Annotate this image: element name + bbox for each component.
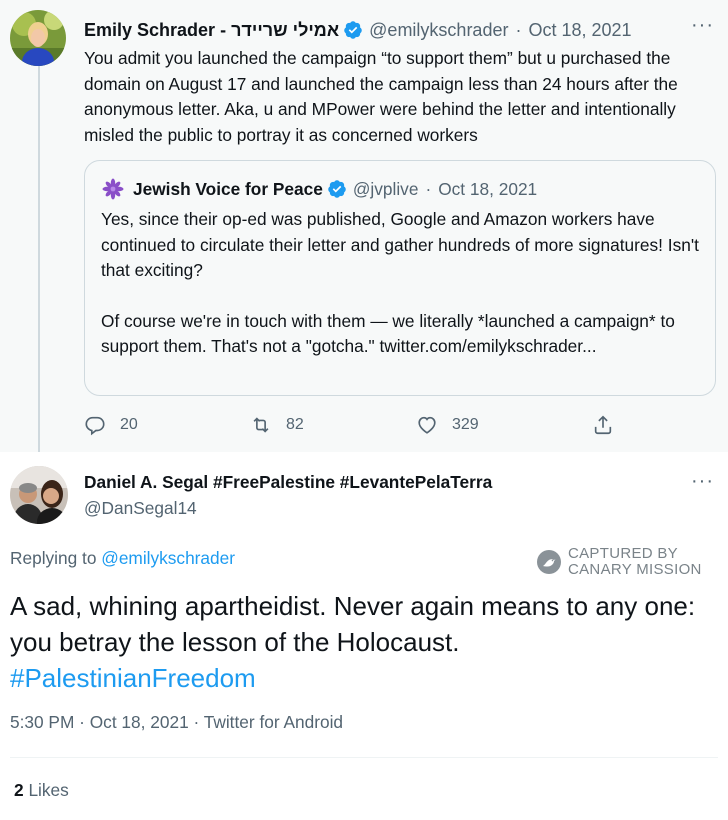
like-button[interactable]: 329	[416, 408, 479, 442]
tweet-source[interactable]: Twitter for Android	[204, 712, 343, 732]
author-name[interactable]: Emily Schrader - אמילי שריידר	[84, 20, 339, 41]
retweet-icon	[253, 417, 269, 433]
reply-button[interactable]: 20	[84, 408, 138, 442]
reply-author-name[interactable]: Daniel A. Segal #FreePalestine #LevanteP…	[84, 472, 492, 493]
tweet-text: You admit you launched the campaign “to …	[84, 48, 678, 145]
parent-tweet[interactable]: Emily Schrader - אמילי שריידר @emilyksch…	[0, 0, 728, 452]
share-button[interactable]	[592, 408, 628, 442]
canary-bird-icon	[537, 550, 561, 574]
retweet-count: 82	[286, 416, 304, 433]
quoted-tweet-text: Yes, since their op-ed was published, Go…	[101, 207, 701, 360]
retweet-button[interactable]: 82	[250, 408, 304, 442]
replying-to-label: Replying to	[10, 548, 97, 568]
separator-dot: ·	[425, 178, 432, 199]
verified-badge-icon	[328, 180, 346, 198]
reply-icon	[85, 416, 105, 436]
quoted-paragraph-1: Yes, since their op-ed was published, Go…	[101, 209, 699, 280]
tweet-actions: 20 82 329	[84, 408, 624, 442]
avatar[interactable]	[10, 10, 66, 66]
reply-author-handle[interactable]: @DanSegal14	[84, 498, 197, 519]
tweet-date[interactable]: Oct 18, 2021	[528, 20, 631, 41]
replying-to-link[interactable]: @emilykschrader	[101, 548, 235, 568]
likes-label: Likes	[28, 780, 69, 800]
jvp-logo-icon	[102, 178, 124, 200]
share-icon	[594, 415, 612, 435]
quoted-paragraph-2: Of course we're in touch with them — we …	[101, 310, 675, 357]
like-count: 329	[452, 416, 479, 433]
likes-summary[interactable]: 2 Likes	[14, 780, 69, 801]
tweet-metadata: 5:30 PM · Oct 18, 2021 · Twitter for And…	[10, 712, 344, 732]
quoted-author-name: Jewish Voice for Peace	[133, 178, 323, 199]
quoted-author-handle: @jvplive	[352, 178, 419, 199]
reply-count: 20	[120, 416, 138, 433]
reply-tweet-text: A sad, whining apartheidist. Never again…	[10, 588, 718, 696]
watermark-line-2: CANARY MISSION	[568, 561, 702, 578]
hashtag-link[interactable]: #PalestinianFreedom	[10, 660, 718, 696]
quoted-tweet-header: Jewish Voice for Peace @jvplive · Oct 18…	[101, 177, 537, 201]
heart-icon	[418, 416, 436, 434]
tweet-time[interactable]: 5:30 PM	[10, 712, 74, 732]
thread-line	[38, 62, 40, 452]
reply-body-text: A sad, whining apartheidist. Never again…	[10, 591, 696, 657]
canary-mission-watermark: CAPTURED BY CANARY MISSION	[536, 546, 702, 578]
verified-badge-icon	[344, 21, 362, 39]
more-options-icon[interactable]: ···	[691, 14, 714, 37]
author-handle[interactable]: @emilykschrader	[369, 20, 508, 41]
watermark-line-1: CAPTURED BY	[568, 545, 678, 562]
quoted-tweet[interactable]: Jewish Voice for Peace @jvplive · Oct 18…	[84, 160, 716, 396]
replying-to: Replying to @emilykschrader	[10, 548, 235, 569]
separator-dot: ·	[515, 19, 522, 40]
quoted-tweet-date: Oct 18, 2021	[438, 178, 538, 199]
parent-tweet-header: Emily Schrader - אמילי שריידר @emilyksch…	[84, 18, 708, 42]
tweet-date[interactable]: Oct 18, 2021	[90, 712, 189, 732]
more-options-icon[interactable]: ···	[691, 470, 714, 493]
likes-count: 2	[14, 780, 24, 800]
divider	[10, 757, 718, 758]
avatar[interactable]	[10, 466, 68, 524]
